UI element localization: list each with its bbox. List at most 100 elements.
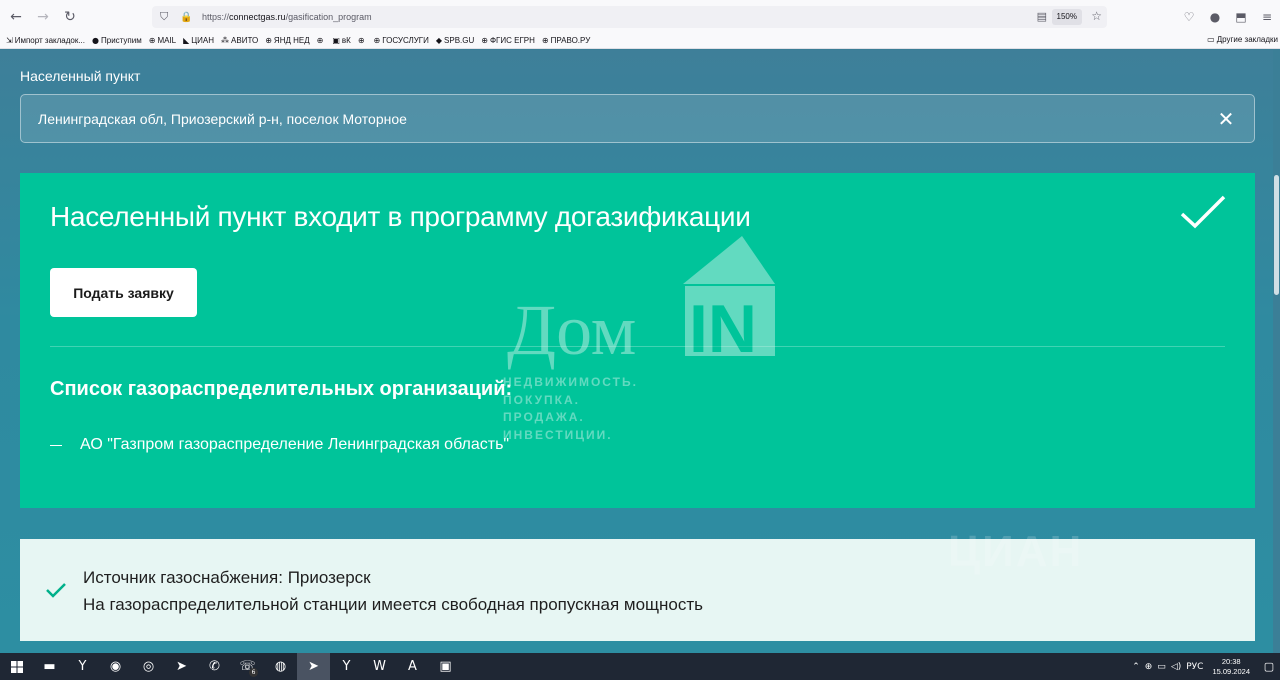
- apply-button[interactable]: Подать заявку: [50, 268, 197, 317]
- check-icon: [1180, 195, 1226, 229]
- bookmark-item[interactable]: ▣ вК: [332, 36, 350, 45]
- bookmark-label: ПРАВО.РУ: [550, 36, 591, 45]
- yandex2-icon-glyph: Y: [342, 659, 351, 674]
- zoom-level[interactable]: 150%: [1051, 9, 1082, 25]
- bookmark-item[interactable]: ⊕ ЯНД НЕД: [265, 36, 309, 45]
- acrobat-icon[interactable]: A: [396, 653, 429, 680]
- screen-icon[interactable]: ▣: [429, 653, 462, 680]
- firefox-icon-glyph: ◉: [109, 659, 122, 674]
- notification-badge: 6: [249, 668, 258, 677]
- notification-icon[interactable]: ▢: [1258, 660, 1280, 673]
- bookmark-item[interactable]: ⁂ АВИТО: [221, 36, 258, 45]
- cian-icon: ◣: [183, 36, 190, 45]
- clock[interactable]: 20:38 15.09.2024: [1212, 657, 1250, 677]
- other-bookmarks-label: Другие закладки: [1216, 35, 1278, 44]
- acrobat-icon-glyph: A: [408, 659, 417, 674]
- back-arrow-icon[interactable]: ←: [5, 6, 27, 28]
- whatsapp-icon[interactable]: ☏ 6: [231, 653, 264, 680]
- telegram2-icon-glyph: ➤: [308, 659, 319, 674]
- bookmark-item[interactable]: ⊕ ПРАВО.РУ: [542, 36, 590, 45]
- bookmark-item[interactable]: ⊕ ГОСУСЛУГИ: [374, 36, 429, 45]
- orgs-title: Список газораспределительных организаций…: [50, 378, 513, 400]
- shield-icon[interactable]: ⛉: [160, 10, 174, 24]
- telegram-icon[interactable]: ➤: [165, 653, 198, 680]
- bookmarks-bar: ⇲ Импорт закладок... ● Приступим ⊕ MAIL ◣ ЦИАН ⁂…: [0, 33, 1280, 49]
- spb-icon: ◆: [435, 36, 443, 45]
- language-indicator[interactable]: РУС: [1186, 662, 1203, 672]
- toolbar-right: ♡ ● ⬒ ≡: [1176, 0, 1280, 33]
- dash-icon: [50, 444, 62, 446]
- globe-app-icon[interactable]: ◍: [264, 653, 297, 680]
- check-icon: [46, 583, 66, 598]
- reader-view-icon[interactable]: ▤: [1037, 10, 1047, 23]
- yandex-browser-icon[interactable]: Y: [66, 653, 99, 680]
- yandex2-icon[interactable]: Y: [330, 653, 363, 680]
- extensions-icon[interactable]: ⬒: [1228, 10, 1254, 24]
- globe-icon: ⊕: [265, 36, 272, 45]
- url-text[interactable]: https://connectgas.ru/gasification_progr…: [202, 12, 372, 22]
- bookmark-item[interactable]: ◣ ЦИАН: [183, 36, 214, 45]
- taskbar-apps: ▬ Y ◉ ◎ ➤ ✆ ☏ 6 ◍ ➤ Y W A ▣: [33, 653, 462, 680]
- bookmark-item[interactable]: ● Приступим: [92, 36, 142, 45]
- windows-taskbar: ▬ Y ◉ ◎ ➤ ✆ ☏ 6 ◍ ➤ Y W A ▣ ⌃ ⊕ ▭ ◁) РУС 20:38 15.09.…: [0, 653, 1280, 680]
- forward-arrow-icon[interactable]: →: [32, 6, 54, 28]
- bookmark-item[interactable]: ⊕ ФГИС ЕГРН: [481, 36, 535, 45]
- address-bar[interactable]: ⛉ 🔒 https://connectgas.ru/gasification_p…: [152, 6, 1107, 28]
- bookmark-item[interactable]: ⇲ Импорт закладок...: [6, 36, 85, 45]
- volume-icon[interactable]: ◁): [1171, 662, 1181, 672]
- cian-watermark: ЦИАН: [948, 527, 1084, 576]
- scrollbar[interactable]: [1273, 50, 1280, 653]
- bookmark-label: ФГИС ЕГРН: [489, 36, 535, 45]
- account-icon[interactable]: ●: [1202, 10, 1228, 24]
- bookmark-item[interactable]: ⊕ MAIL: [149, 36, 176, 45]
- yandex-icon: ●: [92, 36, 99, 45]
- telegram-icon-glyph: ➤: [176, 659, 187, 674]
- locality-value[interactable]: Ленинградская обл, Приозерский р-н, посе…: [38, 111, 407, 127]
- browser-toolbar: ← → ↻ ⛉ 🔒 https://connectgas.ru/gasifica…: [0, 0, 1280, 33]
- bookmark-label: SPB.GU: [444, 36, 475, 45]
- clock-time: 20:38: [1221, 656, 1241, 666]
- locality-input[interactable]: Ленинградская обл, Приозерский р-н, посе…: [20, 94, 1255, 143]
- bookmark-label: ЯНД НЕД: [273, 36, 310, 45]
- pocket-icon[interactable]: ♡: [1176, 10, 1202, 24]
- folder-icon: ▭: [1207, 35, 1215, 44]
- bookmark-item[interactable]: ⊕: [358, 36, 367, 45]
- bookmark-star-icon[interactable]: ☆: [1091, 9, 1102, 23]
- bookmark-item[interactable]: ⊕: [317, 36, 326, 45]
- status-card: Населенный пункт входит в программу дога…: [20, 173, 1255, 508]
- globe-icon: ⊕: [541, 36, 549, 45]
- bookmark-item[interactable]: ◆ SPB.GU: [436, 36, 474, 45]
- windows-start-icon[interactable]: [0, 653, 33, 680]
- explorer-icon[interactable]: ▬: [33, 653, 66, 680]
- chrome-icon-glyph: ◎: [142, 659, 155, 674]
- word-icon[interactable]: W: [363, 653, 396, 680]
- other-bookmarks[interactable]: ▭ Другие закладки: [1207, 35, 1278, 44]
- system-tray: ⌃ ⊕ ▭ ◁) РУС 20:38 15.09.2024 ▢: [1132, 653, 1280, 680]
- chevron-up-icon[interactable]: ⌃: [1132, 662, 1140, 672]
- divider: [50, 346, 1225, 347]
- battery-icon[interactable]: ▭: [1157, 662, 1166, 672]
- viber-icon[interactable]: ✆: [198, 653, 231, 680]
- menu-icon[interactable]: ≡: [1254, 10, 1280, 24]
- telegram2-icon[interactable]: ➤: [297, 653, 330, 680]
- chrome-icon[interactable]: ◎: [132, 653, 165, 680]
- page-viewport: Населенный пункт Ленинградская обл, Прио…: [0, 50, 1273, 653]
- vk-icon: ▣: [332, 36, 340, 45]
- lock-icon[interactable]: 🔒: [180, 12, 194, 23]
- org-list-item: АО "Газпром газораспределение Ленинградс…: [50, 436, 509, 454]
- globe-icon: ⊕: [373, 36, 381, 45]
- reload-icon[interactable]: ↻: [59, 6, 81, 28]
- network-icon[interactable]: ⊕: [1145, 662, 1153, 672]
- bookmark-label: Приступим: [101, 36, 142, 45]
- bookmark-label: АВИТО: [231, 36, 259, 45]
- bookmark-label: MAIL: [157, 36, 177, 45]
- close-icon[interactable]: ✕: [1216, 109, 1236, 129]
- viber-icon-glyph: ✆: [209, 659, 220, 674]
- gas-source-text: Источник газоснабжения: Приозерск: [83, 568, 371, 587]
- scrollbar-thumb[interactable]: [1274, 175, 1279, 295]
- explorer-icon-glyph: ▬: [43, 659, 56, 674]
- firefox-icon[interactable]: ◉: [99, 653, 132, 680]
- capacity-text: На газораспределительной станции имеется…: [83, 595, 704, 614]
- yandex-browser-icon-glyph: Y: [78, 659, 87, 674]
- clock-date: 15.09.2024: [1212, 666, 1250, 676]
